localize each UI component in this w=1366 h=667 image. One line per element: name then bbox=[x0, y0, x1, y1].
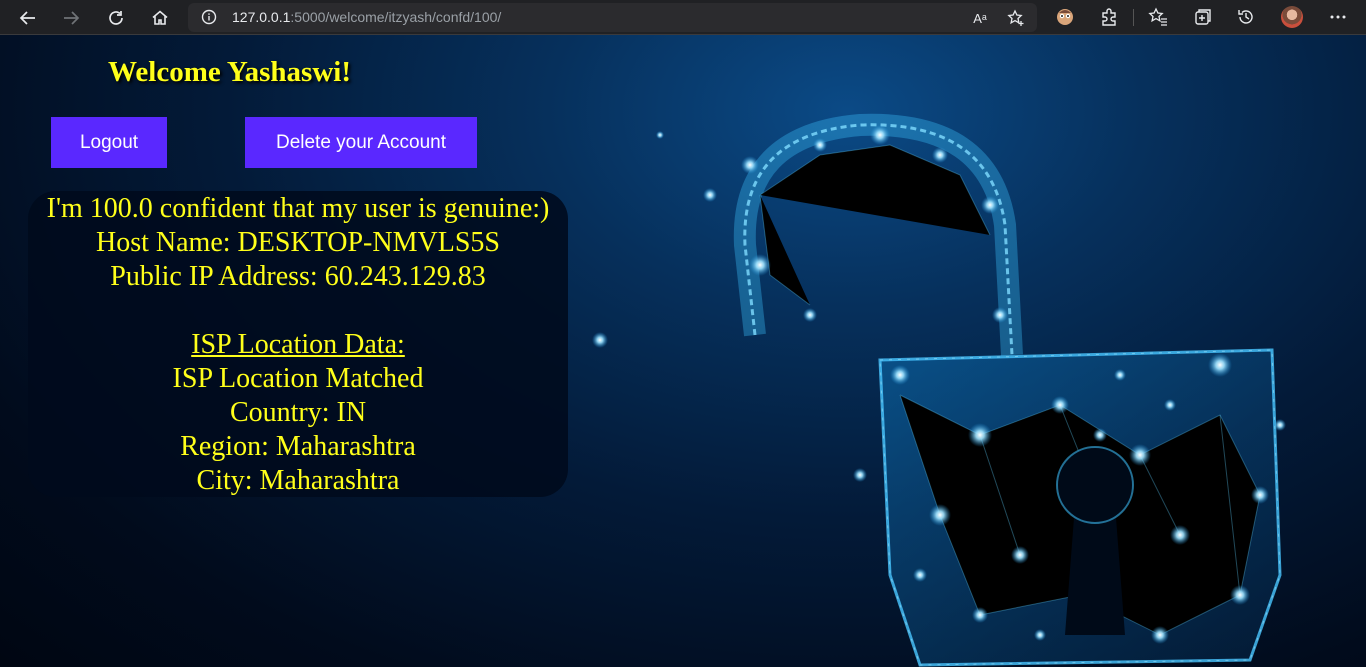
address-bar[interactable]: 127.0.0.1:5000/welcome/itzyash/confd/100… bbox=[188, 3, 1037, 32]
toolbar-divider bbox=[1133, 9, 1134, 26]
favorites-icon[interactable] bbox=[1146, 5, 1170, 29]
isp-status-text: ISP Location Matched bbox=[172, 363, 424, 394]
url-host: 127.0.0.1 bbox=[232, 9, 291, 25]
city-text: City: Maharashtra bbox=[196, 465, 400, 496]
more-options-icon[interactable] bbox=[1326, 5, 1350, 29]
isp-location-heading: ISP Location Data: bbox=[191, 329, 405, 360]
extension-profile-icon[interactable] bbox=[1053, 5, 1077, 29]
delete-account-button[interactable]: Delete your Account bbox=[245, 117, 477, 168]
back-arrow-icon bbox=[19, 10, 35, 25]
unlocked-padlock-icon bbox=[592, 113, 1286, 667]
public-ip-text: Public IP Address: 60.243.129.83 bbox=[110, 261, 486, 292]
region-text: Region: Maharashtra bbox=[180, 431, 416, 462]
read-aloud-icon[interactable]: Aᵃ bbox=[970, 8, 990, 28]
country-text: Country: IN bbox=[229, 397, 367, 428]
refresh-button[interactable] bbox=[100, 2, 131, 33]
url-text[interactable]: 127.0.0.1:5000/welcome/itzyash/confd/100… bbox=[232, 3, 501, 32]
home-button[interactable] bbox=[144, 2, 175, 33]
page-background: Welcome Yashaswi! Logout Delete your Acc… bbox=[0, 35, 1366, 667]
extensions-icon[interactable] bbox=[1097, 5, 1121, 29]
info-icon[interactable] bbox=[201, 9, 217, 25]
home-icon bbox=[151, 9, 168, 25]
refresh-icon bbox=[108, 10, 123, 25]
confidence-text: I'm 100.0 confident that my user is genu… bbox=[46, 193, 550, 224]
favorite-add-icon[interactable] bbox=[1006, 8, 1026, 28]
browser-toolbar: 127.0.0.1:5000/welcome/itzyash/confd/100… bbox=[0, 0, 1366, 35]
url-path: :5000/welcome/itzyash/confd/100/ bbox=[290, 9, 502, 25]
welcome-heading: Welcome Yashaswi! bbox=[108, 56, 351, 88]
logout-button[interactable]: Logout bbox=[51, 117, 167, 168]
forward-button[interactable] bbox=[55, 2, 86, 33]
collections-icon[interactable] bbox=[1191, 5, 1215, 29]
back-button[interactable] bbox=[12, 2, 43, 33]
host-name-text: Host Name: DESKTOP-NMVLS5S bbox=[96, 227, 500, 258]
profile-avatar-icon[interactable] bbox=[1280, 5, 1304, 29]
forward-arrow-icon bbox=[63, 10, 79, 25]
history-icon[interactable] bbox=[1234, 5, 1258, 29]
